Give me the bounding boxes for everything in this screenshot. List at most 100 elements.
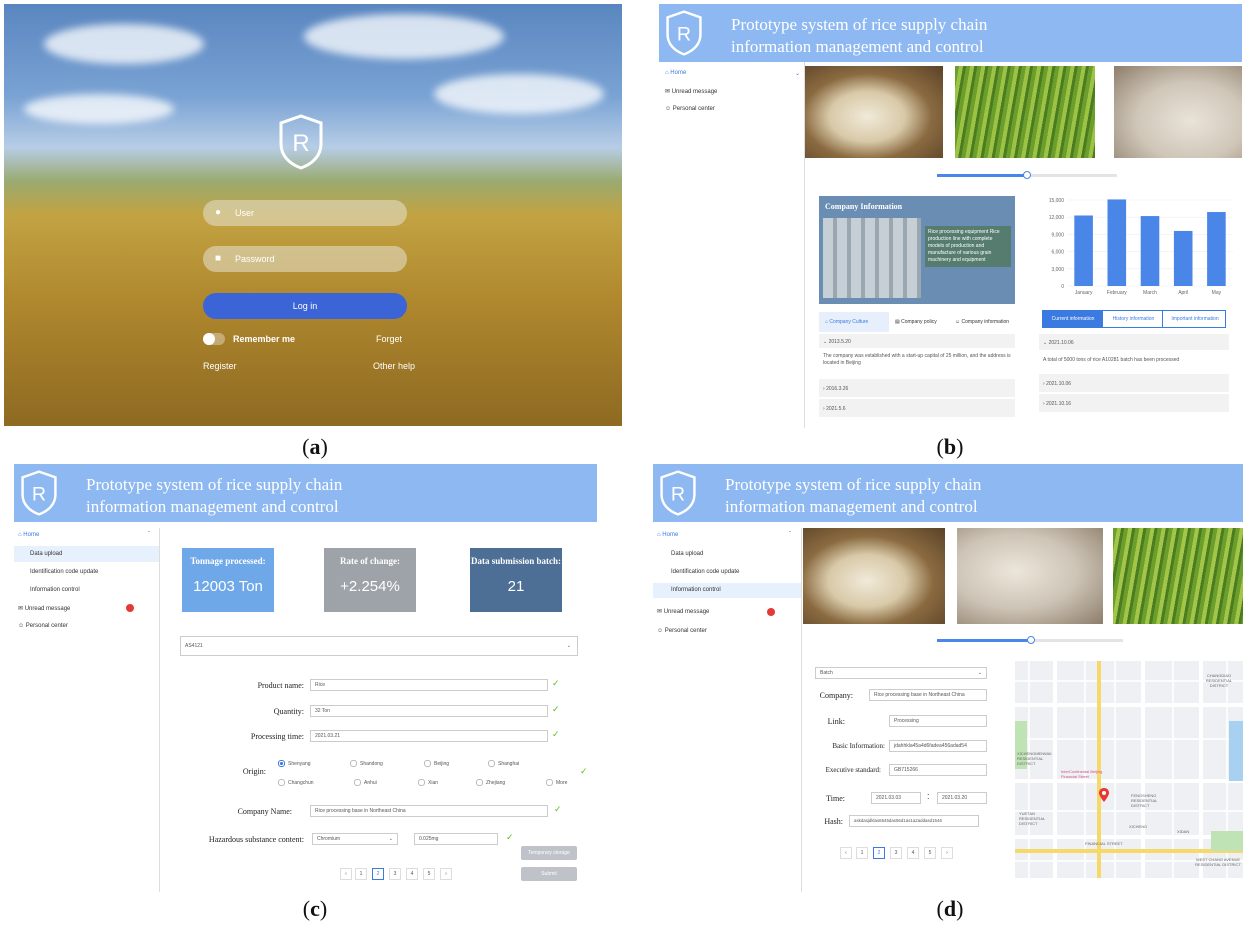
app-title-line1: Prototype system of rice supply chain (731, 15, 988, 34)
origin-radio[interactable]: Zhejiang (476, 779, 505, 786)
company-info-title: Company Information (825, 202, 903, 211)
hash-input[interactable]: askdasjdklas6545das56d1as1a2addasd1546 (849, 815, 979, 827)
next-page-button[interactable]: › (941, 847, 953, 859)
y-tick-label: 0 (1061, 284, 1064, 290)
hazard-select[interactable]: Chromium ⌄ (312, 833, 398, 845)
batch-select[interactable]: Batch ⌄ (815, 667, 987, 679)
carousel-slider[interactable] (937, 171, 1117, 179)
tab-history-information[interactable]: History information (1105, 311, 1163, 327)
page-button[interactable]: 4 (406, 868, 418, 880)
origin-radio[interactable]: Shanghai (488, 760, 519, 767)
accordion-item[interactable]: › 2021.5.6 (819, 399, 1015, 417)
exec-standard-input[interactable]: GB715266 (889, 764, 987, 776)
map-pin-icon[interactable] (1099, 788, 1109, 802)
accordion-item[interactable]: › 2021.10.16 (1039, 394, 1229, 412)
sidebar-item-home[interactable]: ⌂ Home (665, 70, 686, 76)
page-button[interactable]: 5 (924, 847, 936, 859)
forget-link[interactable]: Forget (376, 334, 402, 344)
map-label: XICHENG (1129, 824, 1148, 829)
sidebar-item-home[interactable]: ⌂ Home (657, 532, 678, 538)
password-input[interactable]: ■ Password (203, 246, 407, 272)
sidebar-item-unread[interactable]: ✉ Unread message (657, 608, 709, 615)
chevron-up-icon[interactable]: ˆ (148, 532, 150, 538)
tab-company-policy[interactable]: ▤ Company policy (895, 319, 937, 325)
tab-important-information[interactable]: Important information (1165, 311, 1225, 327)
accordion-item[interactable]: ⌄ 2013.5.20 (819, 334, 1015, 348)
remember-toggle[interactable] (203, 333, 225, 345)
link-input[interactable]: Processing (889, 715, 987, 727)
accordion-item[interactable]: ⌄ 2021.10.06 (1039, 334, 1229, 350)
sidebar-item-info-control[interactable]: Information control (671, 587, 721, 593)
username-input[interactable]: ● User (203, 200, 407, 226)
shield-logo-icon: R (279, 114, 323, 170)
accordion-item[interactable]: › 2016.3.26 (819, 379, 1015, 397)
tab-company-information[interactable]: ☺ Company information (955, 319, 1009, 325)
stat-tonnage: Tonnage processed: 12003 Ton (182, 548, 274, 612)
other-help-link[interactable]: Other help (373, 361, 415, 371)
register-link[interactable]: Register (203, 361, 237, 371)
origin-radio[interactable]: Shenyang (278, 760, 311, 767)
submit-button[interactable]: Submit (521, 867, 577, 881)
login-button[interactable]: Log in (203, 293, 407, 319)
tab-company-culture[interactable]: ⌂ Company Culture (819, 312, 889, 332)
page-button-active[interactable]: 2 (372, 868, 384, 880)
page-button[interactable]: 3 (890, 847, 902, 859)
prev-page-button[interactable]: ‹ (340, 868, 352, 880)
hazard-amount-input[interactable]: 0.025mg (414, 833, 498, 845)
origin-radio[interactable]: Changchun (278, 779, 314, 786)
accordion-content: The company was established with a start… (823, 353, 1011, 366)
basic-info-input[interactable]: jdahhkla45a4d6fadea456adad54 (889, 740, 987, 752)
machinery-photo (823, 218, 921, 298)
stat-rate: Rate of change: +2.254% (324, 548, 416, 612)
sidebar-item-personal[interactable]: ☺ Personal center (657, 628, 707, 634)
page-button-active[interactable]: 2 (873, 847, 885, 859)
chevron-down-icon[interactable]: ⌄ (795, 70, 800, 77)
chevron-up-icon[interactable]: ˆ (789, 532, 791, 538)
processing-time-input[interactable]: 2021.03.21 (310, 730, 548, 742)
origin-radio[interactable]: More (546, 779, 567, 786)
origin-radio[interactable]: Shandong (350, 760, 383, 767)
chevron-down-icon: ⌄ (977, 670, 982, 676)
origin-radio[interactable]: Anhui (354, 779, 377, 786)
page-button[interactable]: 3 (389, 868, 401, 880)
batch-select[interactable]: AS4121 ⌄ (180, 636, 578, 656)
sidebar-item-unread[interactable]: ✉ Unread message (665, 88, 717, 95)
sidebar-item-unread[interactable]: ✉ Unread message (18, 605, 70, 612)
product-name-input[interactable]: Rice (310, 679, 548, 691)
page-button[interactable]: 4 (907, 847, 919, 859)
sidebar-item-info-control[interactable]: Information control (30, 587, 80, 593)
white-rice-photo (957, 528, 1103, 624)
company-input[interactable]: Rice processing base in Northeast China (869, 689, 987, 701)
accordion-item[interactable]: › 2021.10.06 (1039, 374, 1229, 392)
bar (1107, 199, 1127, 286)
cloud (44, 24, 204, 64)
location-map[interactable]: CHANGDIAO RESIDENTIAL DISTRICT XICHENGME… (1015, 661, 1243, 878)
svg-text:R: R (677, 23, 691, 45)
prev-page-button[interactable]: ‹ (840, 847, 852, 859)
sidebar-item-id-code[interactable]: Identification code update (30, 569, 98, 575)
time-to-input[interactable]: 2021.03.20 (937, 792, 987, 804)
sidebar-item-data-upload[interactable]: Data upload (671, 551, 703, 557)
tab-current-information[interactable]: Current information (1043, 311, 1103, 327)
quantity-input[interactable]: 32 Ton (310, 705, 548, 717)
y-tick-label: 3,000 (1051, 267, 1064, 273)
carousel-slider[interactable] (937, 636, 1123, 644)
page-button[interactable]: 1 (856, 847, 868, 859)
app-title-line2: information management and control (86, 497, 339, 516)
temporary-storage-button[interactable]: Temporary storage (521, 846, 577, 860)
origin-radio[interactable]: Beijing (424, 760, 449, 767)
page-button[interactable]: 1 (355, 868, 367, 880)
y-tick-label: 6,000 (1051, 250, 1064, 256)
cloud (434, 74, 604, 114)
sidebar-item-personal[interactable]: ☺ Personal center (665, 106, 715, 112)
sidebar-item-personal[interactable]: ☺ Personal center (18, 623, 68, 629)
page-button[interactable]: 5 (423, 868, 435, 880)
next-page-button[interactable]: › (440, 868, 452, 880)
sidebar-item-id-code[interactable]: Identification code update (671, 569, 739, 575)
sidebar-item-home[interactable]: ⌂ Home (18, 532, 39, 538)
map-roads (1015, 661, 1243, 878)
sidebar-item-data-upload[interactable]: Data upload (30, 551, 62, 557)
time-from-input[interactable]: 2021.03.03 (871, 792, 921, 804)
company-name-input[interactable]: Rice processing base in Northeast China (310, 805, 548, 817)
origin-radio[interactable]: Xian (418, 779, 438, 786)
